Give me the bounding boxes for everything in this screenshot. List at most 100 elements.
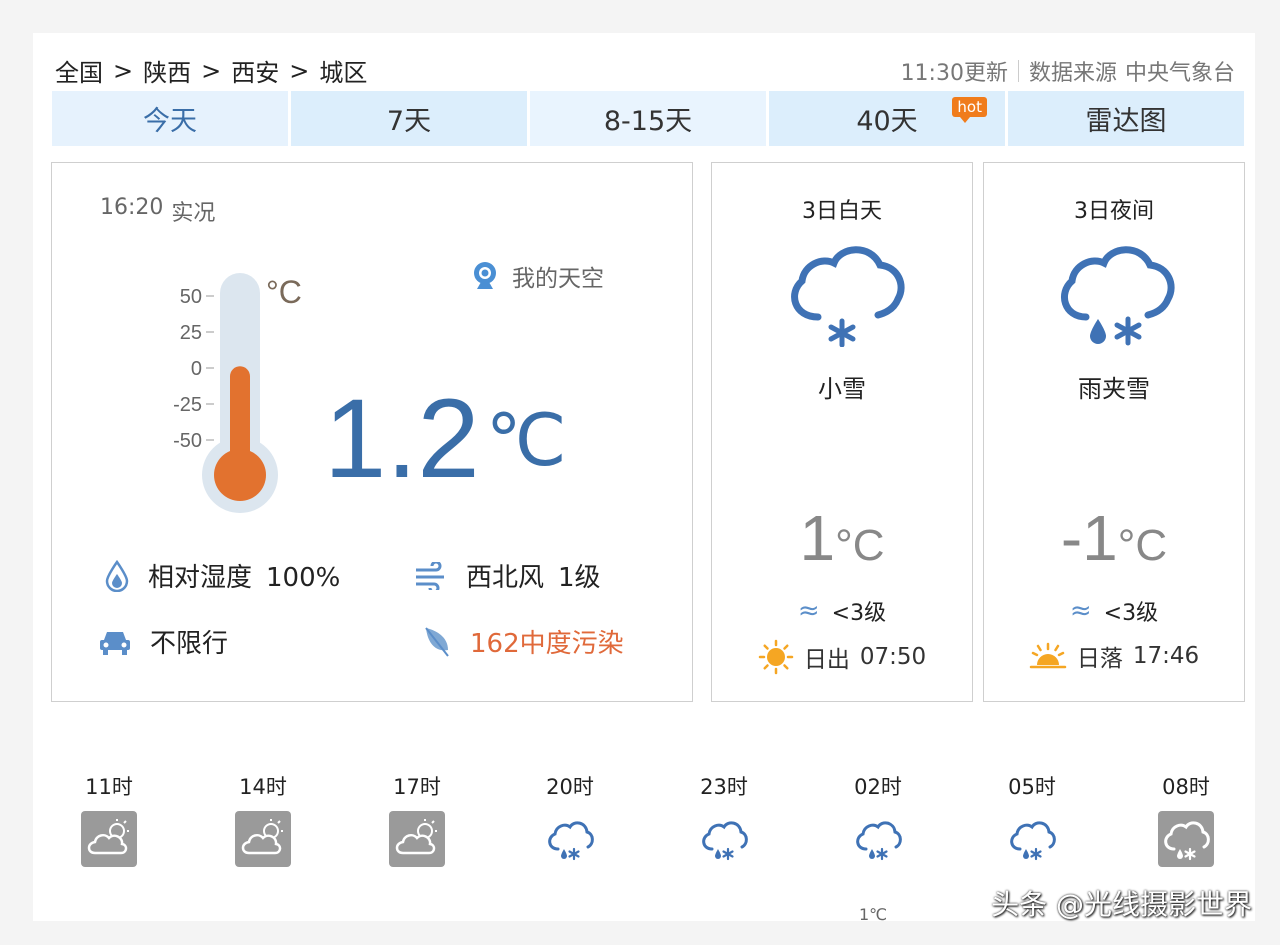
air-quality-stat[interactable]: 162中度污染 [422,623,624,660]
hourly-item[interactable]: 23时 [674,771,774,867]
hour-label: 17时 [393,775,441,799]
hourly-item[interactable]: 05时 [982,771,1082,867]
thermometer-unit: °C [266,274,302,310]
sunset-label: 日落 [1076,646,1123,672]
tab-7-days[interactable]: 7天 [291,91,527,146]
night-wind-level: <3级 [1103,601,1159,626]
current-temperature: 1.2 ℃ [324,383,567,495]
breadcrumb: 全国 > 陕西 > 西安 > 城区 [55,53,367,88]
tab-radar-label: 雷达图 [1085,106,1167,137]
day-wind-level: <3级 [831,601,887,626]
current-temperature-unit: ℃ [485,401,567,481]
wind-stat: 西北风 1级 [414,557,601,594]
data-source-label: 数据来源 [1028,61,1117,86]
tab-radar[interactable]: 雷达图 [1008,91,1244,146]
data-source-name[interactable]: 中央气象台 [1125,55,1235,87]
observation-time-value: 16:20 [100,195,164,220]
sunrise-label: 日出 [803,647,850,673]
hourly-item[interactable]: 02时 [828,771,928,867]
humidity-value: 100% [266,563,341,593]
thermometer-tick-label: 50 [180,286,202,308]
forecast-tabs: 今天 7天 8-15天 40天 hot 雷达图 [52,91,1244,146]
current-conditions-panel: 16:20 实况 我的天空 50 25 0 -25 -50 °C 1.2 ℃ 相… [51,162,693,702]
wind-wave-icon: ≈ [797,596,820,626]
breadcrumb-separator: > [289,56,310,85]
night-forecast-title: 3日夜间 [1074,199,1154,224]
wind-wave-icon: ≈ [1069,596,1092,626]
day-temperature-value: 1 [799,502,836,574]
breadcrumb-item-country[interactable]: 全国 [55,53,103,88]
partly-cloudy-icon [389,811,445,867]
humidity-stat: 相对湿度 100% [104,557,340,594]
update-meta: 11:30更新 数据来源 中央气象台 [901,55,1235,87]
thermometer-scale: 50 25 0 -25 -50 [173,286,202,452]
night-temperature-unit: °C [1117,521,1168,570]
day-temperature-unit: °C [835,521,885,570]
sunrise-info: 日出 07:50 [712,639,972,675]
sunrise-time: 07:50 [859,644,927,670]
light-snow-icon [791,246,905,347]
water-drop-icon [105,559,129,592]
night-temperature: -1°C [984,501,1244,575]
observation-label: 实况 [171,201,216,226]
hourly-forecast: 11时 14时 17时 20时 23时 02时 05时 08时 [33,771,1255,891]
hour-label: 02时 [854,775,902,799]
sunset-info: 日落 17:46 [984,639,1244,673]
hourly-item[interactable]: 08时 [1136,771,1236,867]
wind-direction: 西北风 [466,563,545,593]
my-sky-link[interactable]: 我的天空 [472,259,604,293]
hour-label: 08时 [1162,775,1210,799]
aqi-value: 162 [470,629,520,659]
day-forecast-panel: 3日白天 小雪 1°C ≈ <3级 日出 07:50 [711,162,973,702]
sleet-icon [548,821,594,861]
sleet-icon [702,821,748,861]
night-temperature-value: -1 [1060,502,1118,574]
sunrise-icon [758,639,794,675]
traffic-restriction-text: 不限行 [150,629,229,659]
thermometer-icon: 50 25 0 -25 -50 °C [173,273,302,513]
hour-label: 11时 [85,775,133,799]
tab-8-15-days-label: 8-15天 [603,106,693,137]
traffic-restriction-stat: 不限行 [98,623,228,660]
hour-label: 20时 [546,775,594,799]
my-sky-label: 我的天空 [512,266,604,292]
tab-40-days[interactable]: 40天 hot [769,91,1005,146]
hourly-item[interactable]: 11时 [59,771,159,867]
tab-8-15-days[interactable]: 8-15天 [530,91,766,146]
hour-label: 05时 [1008,775,1056,799]
tab-today[interactable]: 今天 [52,91,288,146]
car-icon [100,631,130,655]
sleet-icon-gray [1158,811,1214,867]
hour-label: 14时 [239,775,287,799]
day-weather-text: 小雪 [818,375,866,403]
breadcrumb-item-city[interactable]: 西安 [231,53,279,88]
wind-icon [416,561,444,590]
hourly-item[interactable]: 14时 [213,771,313,867]
meta-divider [1017,60,1019,82]
humidity-label: 相对湿度 [148,563,253,593]
thermometer-bulb [214,449,266,501]
sunset-time: 17:46 [1132,643,1200,669]
hot-badge: hot [952,97,987,123]
breadcrumb-item-district: 城区 [319,59,368,87]
tab-today-label: 今天 [143,106,197,137]
update-time: 11:30更新 [900,61,1008,86]
tab-40-days-label: 40天 [856,106,918,137]
hour-label: 23时 [700,775,748,799]
night-wind: ≈ <3级 [984,595,1244,627]
watermark: 头条 @光线摄影世界 [991,888,1252,921]
breadcrumb-separator: > [113,56,134,85]
breadcrumb-item-province[interactable]: 陕西 [143,53,191,88]
day-wind: ≈ <3级 [712,595,972,627]
hourly-temperature-partial: 1℃ [859,905,888,921]
hourly-item[interactable]: 20时 [520,771,620,867]
tab-7-days-label: 7天 [386,106,432,137]
partly-cloudy-icon [81,811,137,867]
thermometer-tick-label: -25 [173,394,202,416]
day-forecast-title: 3日白天 [802,199,882,224]
partly-cloudy-icon [235,811,291,867]
leaf-icon [425,626,449,657]
current-temperature-value: 1.2 [324,376,480,501]
hourly-item[interactable]: 17时 [367,771,467,867]
wind-level: 1级 [558,563,601,593]
